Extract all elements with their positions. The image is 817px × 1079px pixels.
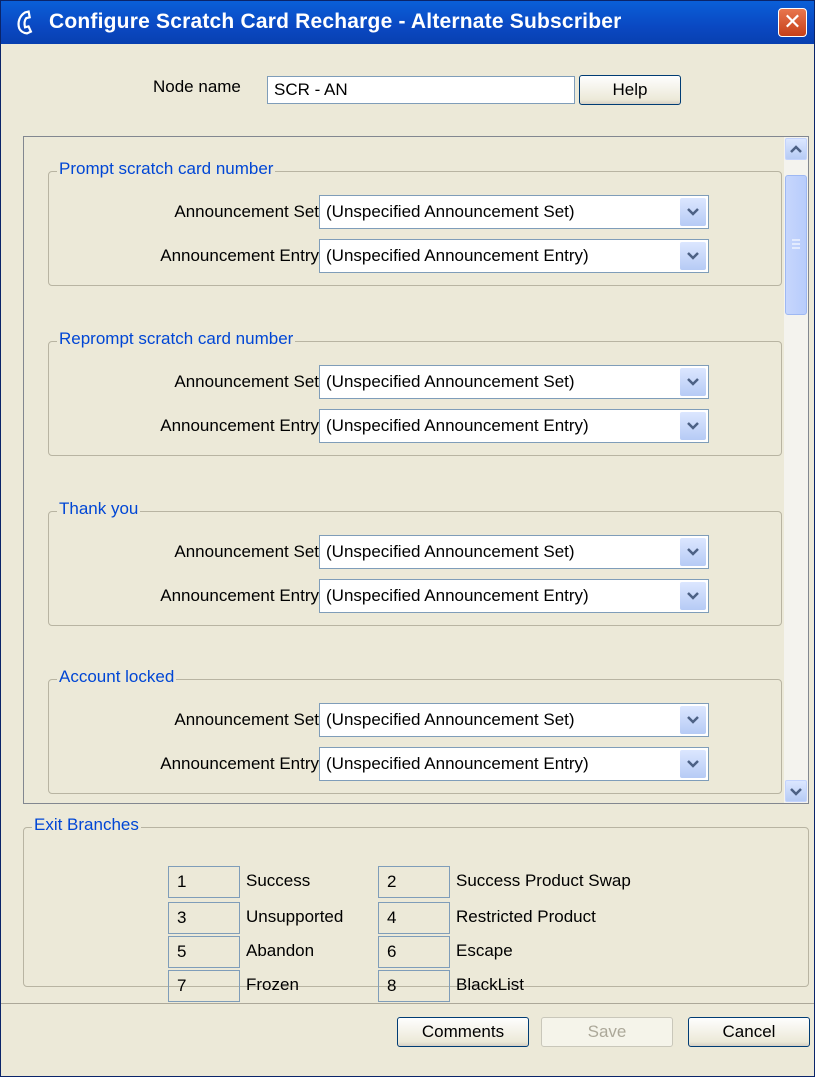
announcement-set-value: (Unspecified Announcement Set) (326, 202, 575, 221)
branch-number: 3 (168, 902, 240, 934)
exit-branches-title: Exit Branches (32, 815, 141, 835)
announcement-scroll-panel[interactable]: Prompt scratch card number Announcement … (23, 136, 809, 804)
group-account-locked: Account locked Announcement Set (Unspeci… (48, 667, 782, 794)
announcement-entry-select[interactable]: (Unspecified Announcement Entry) (319, 579, 709, 613)
announcement-entry-value: (Unspecified Announcement Entry) (326, 586, 589, 605)
chevron-down-icon[interactable] (680, 750, 706, 778)
announcement-set-select[interactable]: (Unspecified Announcement Set) (319, 535, 709, 569)
branch-number: 5 (168, 936, 240, 968)
announcement-set-value: (Unspecified Announcement Set) (326, 710, 575, 729)
branch-name: Success Product Swap (456, 871, 631, 890)
exit-branches-group: Exit Branches 1 Success 2 Success Produc… (23, 815, 809, 1002)
scroll-down-button[interactable] (785, 780, 807, 802)
announcement-set-label: Announcement Set (174, 542, 319, 561)
announcement-entry-label: Announcement Entry (160, 246, 319, 265)
announcement-entry-label: Announcement Entry (160, 586, 319, 605)
chevron-down-icon[interactable] (680, 412, 706, 440)
chevron-down-icon (790, 788, 802, 796)
branch-name: Restricted Product (456, 907, 596, 926)
close-button[interactable]: ✕ (778, 8, 807, 37)
branch-name: Unsupported (246, 907, 344, 926)
chevron-down-icon[interactable] (680, 582, 706, 610)
branch-name: BlackList (456, 975, 525, 994)
vertical-scrollbar[interactable] (784, 137, 808, 803)
branch-number: 4 (378, 902, 450, 934)
announcement-set-value: (Unspecified Announcement Set) (326, 542, 575, 561)
branch-name: Escape (456, 941, 513, 960)
grip-icon (792, 239, 800, 249)
announcement-entry-select[interactable]: (Unspecified Announcement Entry) (319, 747, 709, 781)
group-prompt-scratch-card-number: Prompt scratch card number Announcement … (48, 159, 782, 286)
group-title: Prompt scratch card number (57, 159, 276, 179)
chevron-down-icon[interactable] (680, 198, 706, 226)
chevron-down-icon[interactable] (680, 706, 706, 734)
close-icon: ✕ (783, 9, 802, 34)
node-name-input[interactable] (267, 76, 575, 104)
group-thank-you: Thank you Announcement Set (Unspecified … (48, 499, 782, 626)
branch-name: Abandon (246, 941, 315, 960)
announcement-set-label: Announcement Set (174, 372, 319, 391)
title-bar[interactable]: Configure Scratch Card Recharge - Altern… (1, 1, 814, 44)
chevron-up-icon (790, 145, 802, 153)
branch-number: 8 (378, 970, 450, 1002)
announcement-set-value: (Unspecified Announcement Set) (326, 372, 575, 391)
comments-button[interactable]: Comments (397, 1017, 529, 1047)
group-title: Account locked (57, 667, 177, 687)
branch-number: 2 (378, 866, 450, 898)
node-name-row: Node name Help (1, 45, 814, 119)
announcement-entry-label: Announcement Entry (160, 416, 319, 435)
group-title: Thank you (57, 499, 141, 519)
announcement-set-label: Announcement Set (174, 202, 319, 221)
branch-name: Frozen (246, 975, 299, 994)
announcement-entry-label: Announcement Entry (160, 754, 319, 773)
node-name-label: Node name (153, 77, 241, 96)
group-reprompt-scratch-card-number: Reprompt scratch card number Announcemen… (48, 329, 782, 456)
announcement-entry-value: (Unspecified Announcement Entry) (326, 754, 589, 773)
window-title: Configure Scratch Card Recharge - Altern… (49, 10, 622, 33)
group-title: Reprompt scratch card number (57, 329, 296, 349)
announcement-entry-value: (Unspecified Announcement Entry) (326, 416, 589, 435)
branch-name: Success (246, 871, 311, 890)
cancel-button[interactable]: Cancel (688, 1017, 810, 1047)
announcement-entry-value: (Unspecified Announcement Entry) (326, 246, 589, 265)
branch-number: 6 (378, 936, 450, 968)
scrollbar-thumb[interactable] (785, 175, 807, 315)
chevron-down-icon[interactable] (680, 538, 706, 566)
chevron-down-icon[interactable] (680, 368, 706, 396)
announcement-set-label: Announcement Set (174, 710, 319, 729)
dialog-window: Configure Scratch Card Recharge - Altern… (0, 0, 815, 1077)
announcement-set-select[interactable]: (Unspecified Announcement Set) (319, 703, 709, 737)
button-bar: Comments Save Cancel (1, 1003, 814, 1079)
chevron-down-icon[interactable] (680, 242, 706, 270)
scroll-up-button[interactable] (785, 138, 807, 160)
announcement-entry-select[interactable]: (Unspecified Announcement Entry) (319, 239, 709, 273)
save-button[interactable]: Save (541, 1017, 673, 1047)
phone-handset-icon (17, 10, 33, 35)
branch-number: 7 (168, 970, 240, 1002)
announcement-set-select[interactable]: (Unspecified Announcement Set) (319, 365, 709, 399)
branch-number: 1 (168, 866, 240, 898)
help-button[interactable]: Help (579, 75, 681, 105)
announcement-set-select[interactable]: (Unspecified Announcement Set) (319, 195, 709, 229)
announcement-entry-select[interactable]: (Unspecified Announcement Entry) (319, 409, 709, 443)
